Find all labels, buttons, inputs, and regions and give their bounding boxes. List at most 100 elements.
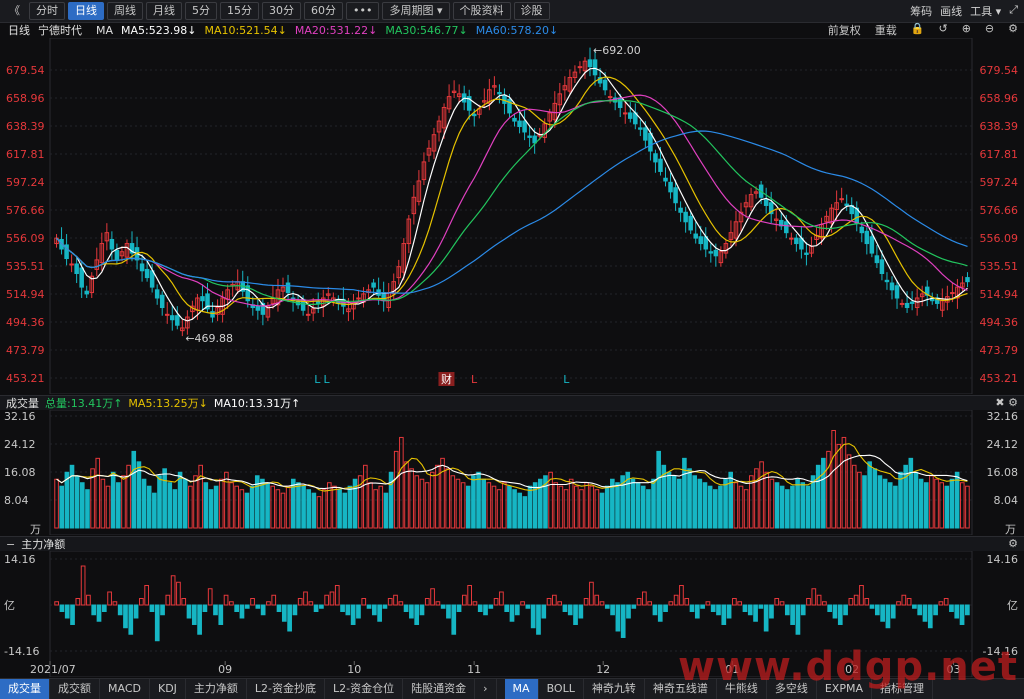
volume-bar	[203, 482, 209, 529]
money-bar	[435, 601, 441, 606]
chevron-right-icon[interactable]: ›	[475, 679, 497, 699]
collapse-icon[interactable]: −	[6, 538, 15, 551]
tools-dropdown[interactable]: 工具 ▾	[970, 3, 1001, 19]
money-bar	[864, 598, 870, 606]
volume-chart[interactable]: 32.16 32.16 24.12 24.12 16.08 16.08 8.04 8.04 万 万	[0, 410, 1024, 535]
money-bar	[414, 604, 420, 625]
tab-kdj[interactable]: KDJ	[150, 679, 186, 699]
volume-bar	[563, 489, 569, 529]
volume-bar	[527, 485, 533, 529]
stock-name[interactable]: 宁德时代	[38, 22, 82, 38]
money-bar	[949, 604, 954, 612]
tab-period-6[interactable]: 30分	[262, 2, 301, 20]
volume-y-tick-left: 32.16	[4, 410, 36, 423]
volume-bar	[872, 468, 878, 529]
chips-button[interactable]: 筹码	[910, 3, 932, 19]
candle-body	[592, 59, 598, 76]
multi-period-dropdown[interactable]: 多周期图 ▾	[382, 2, 450, 20]
zoom-in-icon[interactable]: ⊕	[962, 22, 971, 38]
diagnose-button[interactable]: 诊股	[513, 2, 550, 20]
candle-body	[74, 263, 79, 275]
l-marker: L	[314, 373, 321, 386]
tab-turnover[interactable]: 成交额	[50, 679, 100, 699]
tab-period-1[interactable]: 日线	[68, 2, 104, 20]
overlay-button[interactable]: 重载	[875, 22, 897, 38]
money-y-tick-right: 亿	[1007, 599, 1018, 612]
draw-line-button[interactable]: 画线	[940, 3, 962, 19]
money-bar	[186, 604, 192, 619]
ma-label[interactable]: MA	[96, 24, 113, 37]
volume-panel-header: 成交量 总量:13.41万↑ MA5:13.25万↓ MA10:13.31万↑ …	[0, 395, 1024, 410]
volume-bar	[481, 478, 486, 529]
candle-body	[622, 112, 628, 115]
y-tick-right: 679.54	[980, 64, 1019, 77]
settings-icon[interactable]: ⚙	[1008, 22, 1018, 38]
volume-y-tick-right: 32.16	[987, 410, 1019, 423]
volume-bar	[213, 485, 219, 529]
money-bar	[710, 604, 716, 612]
x-tick-label: 09	[218, 663, 232, 676]
y-tick-left: 576.66	[6, 204, 45, 217]
tab-magic9[interactable]: 神奇九转	[584, 679, 645, 699]
tab-northbound[interactable]: 陆股通资金	[403, 679, 476, 699]
money-bar	[170, 575, 176, 606]
volume-bar	[754, 468, 759, 529]
volume-bar	[574, 485, 579, 529]
money-bar	[456, 604, 462, 612]
stock-info-button[interactable]: 个股资料	[452, 2, 511, 20]
tab-l2-bottom[interactable]: L2-资金抄底	[247, 679, 326, 699]
tab-ma[interactable]: MA	[504, 679, 539, 699]
tab-boll[interactable]: BOLL	[539, 679, 584, 699]
volume-bar	[867, 461, 872, 529]
volume-bar	[651, 478, 656, 529]
tab-main-net[interactable]: 主力净额	[186, 679, 247, 699]
money-bar	[927, 604, 933, 629]
undo-icon[interactable]: ↺	[938, 22, 947, 38]
candle-body	[170, 315, 175, 321]
money-bar	[123, 604, 128, 629]
tab-period-7[interactable]: 60分	[304, 2, 343, 20]
money-bar	[843, 604, 848, 616]
money-bar	[144, 585, 150, 606]
volume-bar	[347, 485, 353, 529]
double-chevron-left-icon[interactable]: 《	[3, 3, 26, 19]
expand-icon[interactable]: ⤢	[1009, 3, 1018, 19]
money-bar	[912, 604, 917, 609]
volume-title[interactable]: 成交量	[6, 395, 39, 411]
tab-period-0[interactable]: 分时	[29, 2, 65, 20]
tab-period-2[interactable]: 周线	[107, 2, 143, 20]
volume-bar	[383, 492, 389, 529]
adjust-button[interactable]: 前复权	[828, 22, 861, 38]
money-bar	[583, 598, 589, 606]
candle-body	[839, 198, 844, 201]
tab-period-3[interactable]: 月线	[146, 2, 182, 20]
money-panel-settings-icon[interactable]: ⚙	[1008, 537, 1018, 550]
candle-body	[144, 268, 150, 279]
candlestick-chart[interactable]: 679.54 679.54 658.96 658.96 638.39 638.39 617.…	[0, 38, 1024, 394]
tab-l2-position[interactable]: L2-资金仓位	[325, 679, 404, 699]
ma20-line	[56, 94, 968, 307]
volume-bar	[182, 478, 188, 529]
tab-period-4[interactable]: 5分	[185, 2, 217, 20]
candle-body	[864, 230, 870, 245]
lock-icon[interactable]: 🔒	[911, 22, 925, 38]
tab-macd[interactable]: MACD	[100, 679, 150, 699]
zoom-out-icon[interactable]: ⊖	[985, 22, 994, 38]
money-bar	[387, 598, 393, 606]
tab-volume[interactable]: 成交量	[0, 679, 50, 699]
tab-period-5[interactable]: 15分	[220, 2, 259, 20]
y-tick-right: 535.51	[980, 260, 1019, 273]
money-bar	[514, 604, 520, 616]
volume-bar	[146, 485, 152, 529]
money-bar	[567, 604, 573, 616]
more-periods-button[interactable]: •••	[346, 2, 380, 20]
x-tick-label: 10	[347, 663, 361, 676]
candle-body	[879, 259, 885, 275]
candle-body	[139, 263, 145, 272]
money-bar	[446, 604, 451, 619]
volume-panel-controls[interactable]: ✖ ⚙	[995, 396, 1018, 409]
candle-body	[713, 249, 719, 257]
money-title[interactable]: 主力净额	[21, 536, 65, 552]
volume-bar	[733, 482, 739, 529]
money-bar	[811, 588, 817, 606]
